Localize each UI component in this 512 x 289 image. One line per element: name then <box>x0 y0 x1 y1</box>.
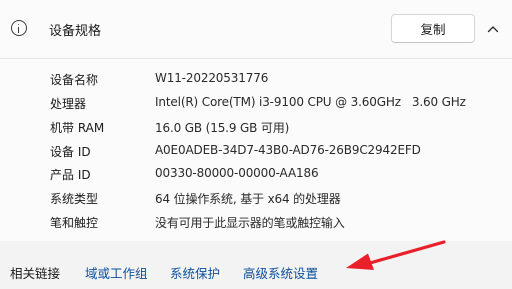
spec-label: 处理器 <box>50 97 87 111</box>
spec-value: 没有可用于此显示器的笔或触控输入 <box>155 216 345 230</box>
spec-value: A0E0ADEB-34D7-43B0-AD76-26B9C2942EFD <box>155 143 421 157</box>
spec-value: W11-20220531776 <box>155 71 269 85</box>
chevron-up-icon[interactable] <box>485 21 501 37</box>
arrow-annotation <box>346 240 446 270</box>
spec-label: 产品 ID <box>50 168 91 182</box>
info-icon <box>11 20 27 36</box>
spec-row-pen-touch: 笔和触控 没有可用于此显示器的笔或触控输入 <box>0 214 512 232</box>
device-specs-panel: 设备名称 W11-20220531776 处理器 Intel(R) Core(T… <box>0 59 512 241</box>
spec-row-device-id: 设备 ID A0E0ADEB-34D7-43B0-AD76-26B9C2942E… <box>0 143 512 161</box>
spec-label: 笔和触控 <box>50 216 99 230</box>
spec-row-processor: 处理器 Intel(R) Core(TM) i3-9100 CPU @ 3.60… <box>0 95 512 113</box>
spec-row-device-name: 设备名称 W11-20220531776 <box>0 71 512 89</box>
spec-row-ram: 机带 RAM 16.0 GB (15.9 GB 可用) <box>0 119 512 137</box>
spec-value: 00330-80000-00000-AA186 <box>155 166 319 180</box>
link-domain-workgroup[interactable]: 域或工作组 <box>85 263 148 282</box>
copy-button[interactable]: 复制 <box>391 14 475 43</box>
section-title: 设备规格 <box>49 24 102 39</box>
link-advanced-system-settings[interactable]: 高级系统设置 <box>243 263 318 282</box>
link-system-protection[interactable]: 系统保护 <box>170 263 220 282</box>
spec-label: 机带 RAM <box>50 121 105 135</box>
spec-value: Intel(R) Core(TM) i3-9100 CPU @ 3.60GHz … <box>155 95 466 109</box>
spec-label: 设备名称 <box>50 73 99 87</box>
device-specs-header[interactable]: 设备规格 复制 <box>0 0 512 59</box>
spec-row-product-id: 产品 ID 00330-80000-00000-AA186 <box>0 166 512 184</box>
spec-row-system-type: 系统类型 64 位操作系统, 基于 x64 的处理器 <box>0 190 512 208</box>
spec-value: 16.0 GB (15.9 GB 可用) <box>155 121 290 135</box>
related-links-label: 相关链接 <box>10 266 61 281</box>
spec-label: 设备 ID <box>50 145 91 159</box>
spec-label: 系统类型 <box>50 192 99 206</box>
spec-value: 64 位操作系统, 基于 x64 的处理器 <box>155 192 341 206</box>
